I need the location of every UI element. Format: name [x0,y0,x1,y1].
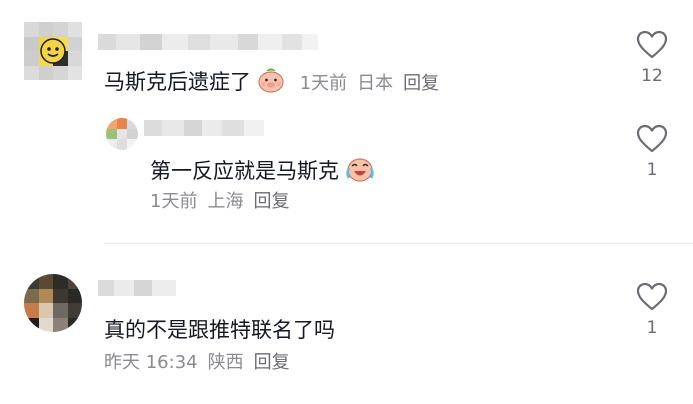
divider [104,243,693,244]
reply-time: 1天前 [150,191,198,212]
like-button[interactable]: 1 [634,282,670,338]
reply-like-button[interactable]: 1 [634,124,670,180]
reply-location: 上海 [207,191,244,212]
username-redacted[interactable] [98,280,176,296]
comment-text: 马斯克后遗症了 1天前 日本 回复 [104,66,449,96]
reply-button[interactable]: 回复 [254,352,290,373]
comment-time: 昨天 16:34 [104,352,198,373]
reply-text: 第一反应就是马斯克 [150,155,375,185]
heart-outline-icon [636,30,668,59]
comment-time: 1天前 [299,73,348,94]
smiley-icon [40,38,66,64]
comment-meta: 昨天 16:34 陕西 回复 [104,351,300,375]
like-count: 1 [646,318,658,338]
reply-button[interactable]: 回复 [403,73,439,94]
like-count: 12 [641,66,663,86]
like-button[interactable]: 12 [634,30,670,86]
reply-avatar[interactable] [106,118,138,150]
heart-outline-icon [636,282,668,311]
pig-shy-emoji-icon [258,68,284,93]
reply-meta: 1天前 上海 回复 [150,190,299,214]
avatar[interactable] [24,274,82,332]
avatar[interactable] [24,22,82,80]
reply-username-redacted[interactable] [144,120,264,136]
comment-location: 陕西 [207,352,244,373]
crying-laughing-emoji-icon [346,158,374,182]
comment-location: 日本 [357,73,394,94]
comment-text: 真的不是跟推特联名了吗 [104,318,335,342]
username-redacted[interactable] [98,34,318,50]
reply-button[interactable]: 回复 [253,191,289,212]
like-count: 1 [646,160,658,180]
heart-outline-icon [636,124,668,153]
